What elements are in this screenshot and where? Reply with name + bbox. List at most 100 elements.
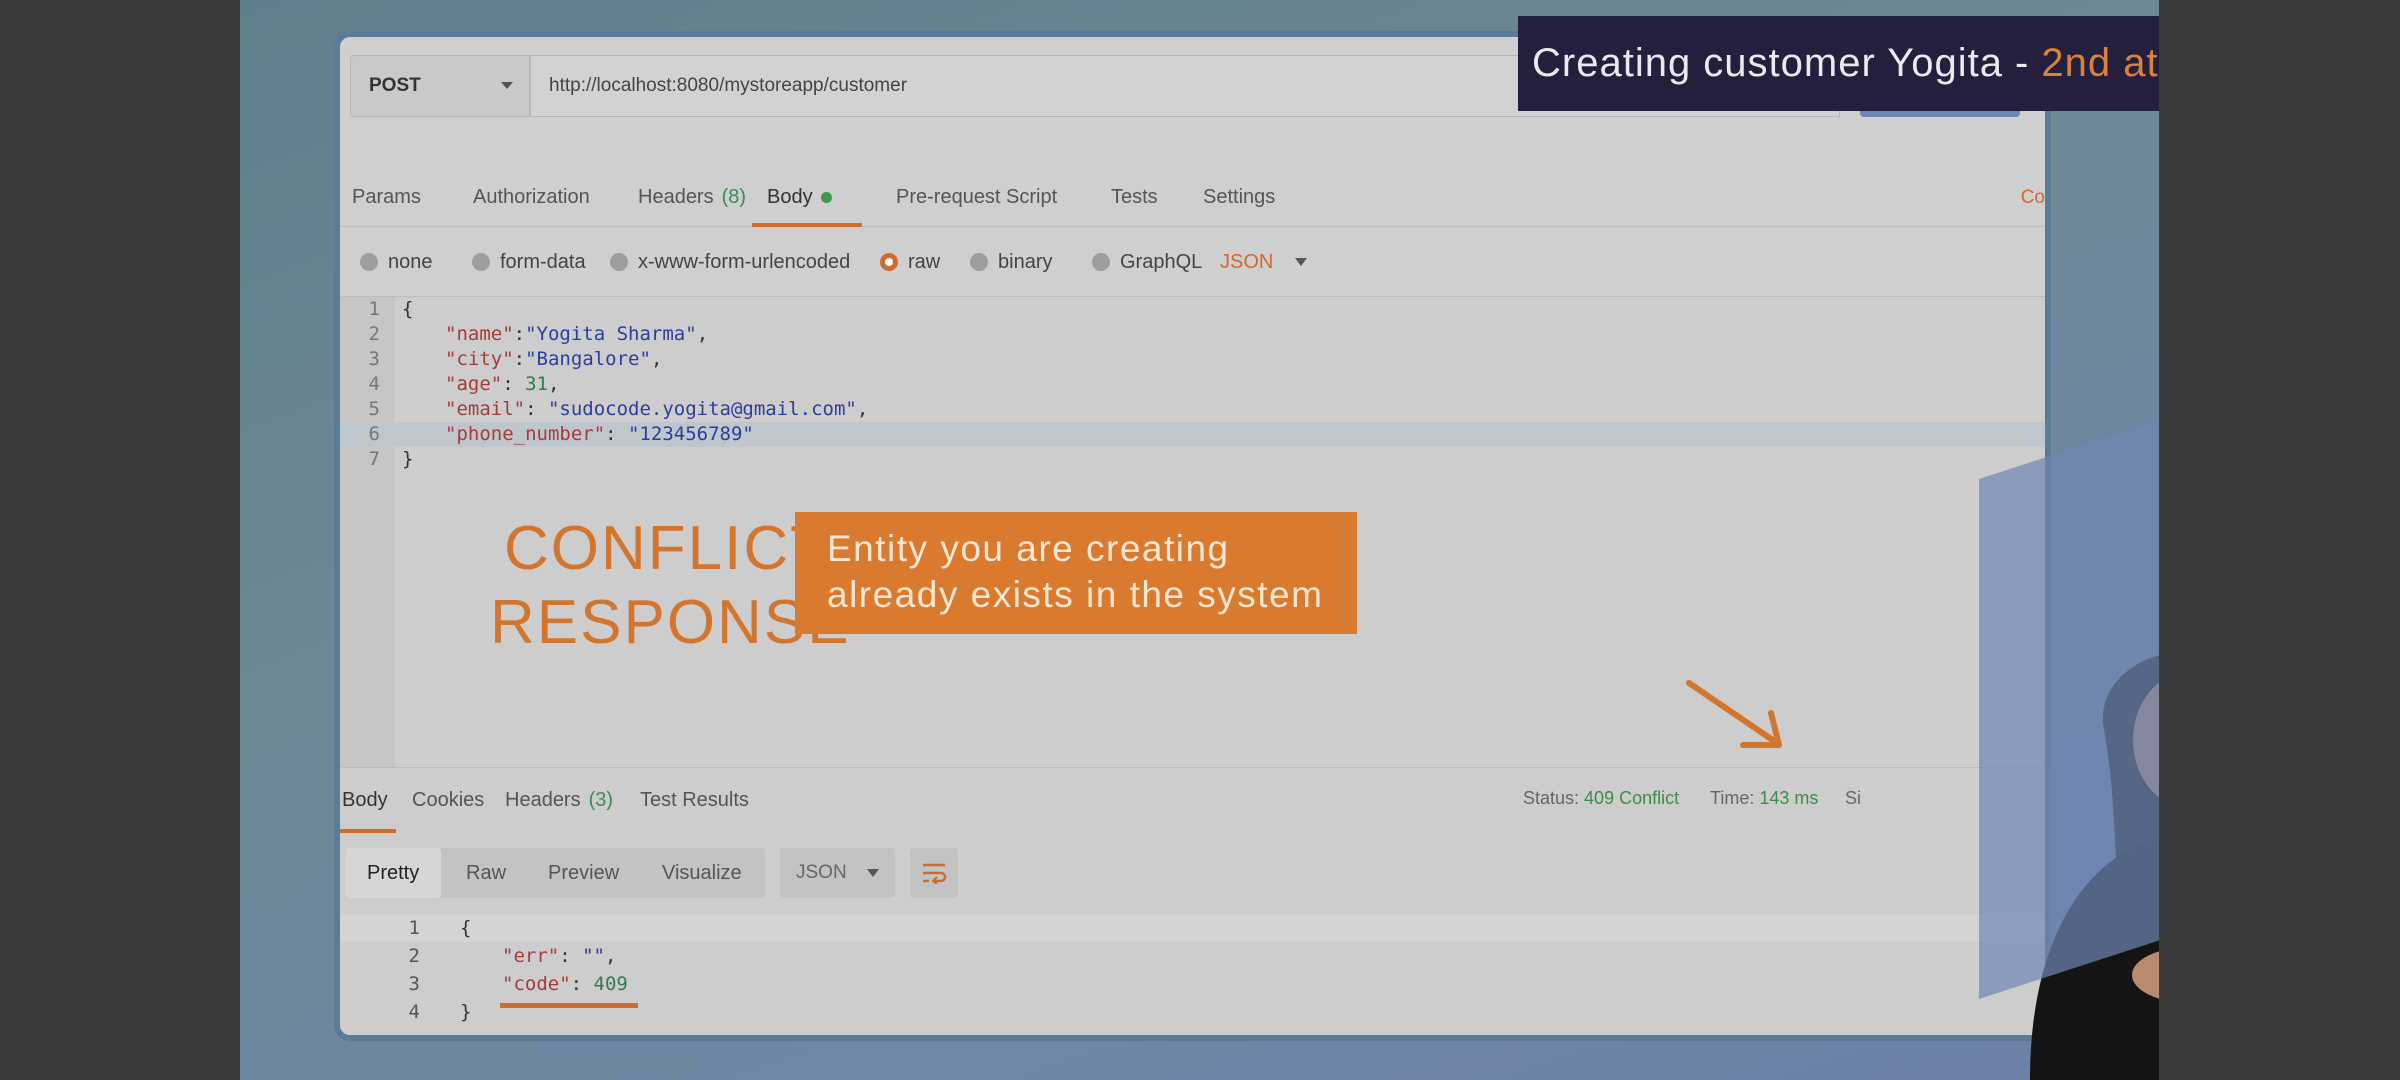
format-label: JSON [796,862,847,883]
code-text: "err": "", [502,942,616,970]
code-line: 5 "email": "sudocode.yogita@gmail.com", [340,397,2045,422]
radio-raw[interactable]: raw [880,227,940,297]
code-text: "city":"Bangalore", [445,347,662,372]
tab-label: Headers [505,789,581,811]
response-tab-headers[interactable]: Headers (3) [505,768,613,833]
code-line: 4 "age": 31, [340,372,2045,397]
radio-icon [472,253,490,271]
view-tab-raw[interactable]: Raw [466,848,506,898]
radio-label: binary [998,250,1053,273]
video-frame: POST http://localhost:8080/mystoreapp/cu… [240,0,2159,1080]
json-key: "err" [502,945,560,967]
radio-icon [1092,253,1110,271]
response-tab-test-results[interactable]: Test Results [640,768,749,833]
radio-binary[interactable]: binary [970,227,1052,297]
code-line-active: 6 "phone_number": "123456789" [340,422,2045,447]
method-label: POST [369,75,421,96]
headers-count: (8) [721,185,747,208]
json-key: "city" [445,348,514,370]
code-line: 2 "name":"Yogita Sharma", [340,322,2045,347]
json-string: "Bangalore" [525,348,651,370]
response-format-select[interactable]: JSON [780,848,895,898]
headers-count: (3) [588,789,614,811]
banner-highlight-text: 2nd attempt [2041,41,2159,85]
right-letterbox [2159,0,2400,1080]
radio-urlencoded[interactable]: x-www-form-urlencoded [610,227,850,297]
modified-dot-icon [820,191,832,203]
radio-label: raw [908,250,941,273]
view-tab-label: Visualize [662,861,742,884]
code-text: "phone_number": "123456789" [445,422,754,447]
left-letterbox [0,0,240,1080]
radio-none[interactable]: none [360,227,433,297]
tab-label: Test Results [640,789,749,811]
request-tabs: Params Authorization Headers (8) Body Pre… [340,167,2045,227]
line-number: 3 [408,973,420,995]
postman-window: POST http://localhost:8080/mystoreapp/cu… [340,37,2045,1035]
line-number: 2 [408,945,420,967]
code-highlight-underline [500,1003,638,1008]
size-readout: Si [1845,788,1862,808]
active-tab-indicator [340,829,396,833]
line-number: 1 [408,917,420,939]
body-format-select[interactable]: JSON [1220,227,1308,297]
view-tab-preview[interactable]: Preview [548,848,619,898]
view-tab-pretty[interactable]: Pretty [345,848,442,898]
json-end: , [547,373,560,395]
line-number: 7 [368,448,380,470]
json-number: 31 [525,373,548,395]
json-sep: : [502,373,526,395]
radio-graphql[interactable]: GraphQL [1092,227,1202,297]
method-select[interactable]: POST [350,55,530,117]
json-sep: : [513,323,526,345]
json-key: "age" [445,373,503,395]
tab-body[interactable]: Body [767,167,832,227]
code-line: 1 { [340,297,2045,322]
tab-settings[interactable]: Settings [1203,167,1275,227]
json-string: "sudocode.yogita@gmail.com" [547,398,857,420]
radio-label: none [388,250,433,273]
tab-label: Body [342,789,388,811]
line-number: 6 [368,423,380,445]
view-tab-visualize[interactable]: Visualize [662,848,742,898]
json-string: "" [582,945,605,967]
tab-label: Tests [1111,185,1158,208]
tab-label: Authorization [473,185,590,208]
radio-form-data[interactable]: form-data [472,227,586,297]
json-end: , [696,323,709,345]
code-text: "email": "sudocode.yogita@gmail.com", [445,397,868,422]
line-number: 4 [368,373,380,395]
tab-pre-request-script[interactable]: Pre-request Script [896,167,1057,227]
code-text: "name":"Yogita Sharma", [445,322,708,347]
response-tab-body[interactable]: Body [342,768,388,833]
video-title-banner: Creating customer Yogita - 2nd attempt [1518,16,2159,111]
presenter-image [2030,655,2159,1080]
response-tab-cookies[interactable]: Cookies [412,768,484,833]
wrap-lines-icon [923,863,947,884]
radio-label: x-www-form-urlencoded [638,250,851,273]
json-key: "phone_number" [445,423,606,445]
tab-headers[interactable]: Headers (8) [638,167,746,227]
wrap-lines-button[interactable] [910,848,958,898]
tab-authorization[interactable]: Authorization [473,167,590,227]
tab-label: Headers [638,185,714,208]
status-readout: Status: 409 Conflict [1523,788,1679,809]
view-tab-label: Raw [466,861,507,884]
json-sep: : [605,423,629,445]
code-line: 7 } [340,447,2045,472]
chevron-down-icon [866,869,879,877]
line-number: 1 [368,298,380,320]
radio-label: GraphQL [1120,250,1203,273]
tab-tests[interactable]: Tests [1111,167,1158,227]
conflict-explanation-box: Entity you are creating already exists i… [795,512,1357,634]
tab-label: Params [352,185,421,208]
radio-selected-icon [880,253,898,271]
tab-params[interactable]: Params [352,167,421,227]
chevron-down-icon [501,82,513,89]
explanation-line-2: already exists in the system [827,574,1324,615]
status-value: 409 Conflict [1584,788,1680,808]
cookies-link[interactable]: Co [2021,187,2045,209]
line-number: 2 [368,323,380,345]
time-label: Time: [1710,788,1755,808]
line-number: 5 [368,398,380,420]
